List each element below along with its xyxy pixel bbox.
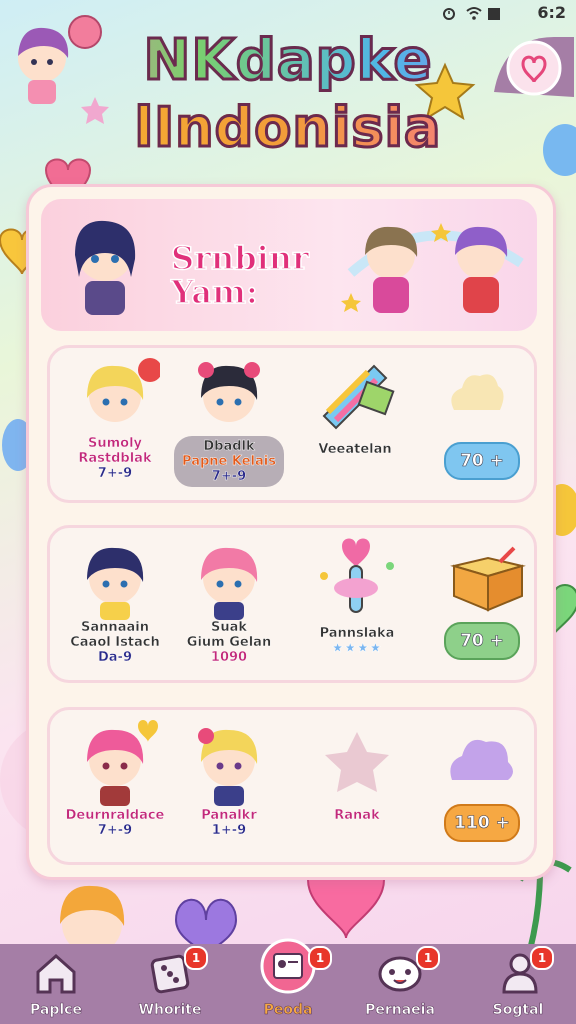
header-avatar-character: [75, 220, 136, 315]
app-title-line1: NKdapke: [0, 27, 576, 95]
item-name: Sannaain: [81, 620, 149, 635]
nav-label: Paplce: [30, 1002, 82, 1019]
shop-item-2-1[interactable]: Sannaain Caaol Istach Da-9: [60, 536, 170, 672]
item-character-pinkhair: [201, 547, 258, 620]
nav-label: Sogtal: [492, 1002, 544, 1019]
item-price: 7+-9: [211, 469, 247, 484]
item-name: Dbadlk: [203, 439, 255, 454]
shop-item-3-1[interactable]: Deurnraldace 7+-9: [60, 718, 170, 854]
shop-item-2-3[interactable]: Pannslaka ★★★★: [302, 536, 412, 672]
item-price: 1090: [210, 650, 248, 665]
magic-wand-icon: [320, 538, 394, 613]
shop-row-1: Sumoly Rastdblak 7+-9 Dbadlk Papne Kelai…: [47, 345, 537, 503]
header-title: Srnbinr Yam:: [170, 239, 309, 311]
item-name: Suak: [210, 620, 248, 635]
item-name: Panalkr: [201, 808, 257, 823]
nav-badge: 1: [416, 946, 440, 970]
app-title-line2: lIndonisia: [0, 95, 576, 161]
item-subtitle: Papne Kelais: [182, 454, 276, 469]
shop-item-1-2[interactable]: Dbadlk Papne Kelais 7+-9: [174, 356, 284, 492]
slime-blob-icon: [450, 739, 513, 780]
buy-button-row2[interactable]: 70 +: [444, 622, 520, 660]
nav-item-profile[interactable]: 1 Sogtal: [466, 944, 570, 1024]
item-subtitle: Rastdblak: [78, 451, 152, 466]
gift-box-icon: [450, 546, 526, 612]
item-price: 7+-9: [97, 823, 133, 838]
rainbow-hammer-icon: [322, 364, 395, 430]
shop-item-3-3[interactable]: Ranak: [302, 718, 412, 854]
item-subtitle: Caaol Istach: [70, 635, 160, 650]
buy-button-row1[interactable]: 70 +: [444, 442, 520, 480]
home-icon: [36, 953, 76, 994]
item-rating-stars: ★★★★: [331, 641, 383, 656]
nav-badge: 1: [530, 946, 554, 970]
nav-label: Pernaeia: [365, 1002, 435, 1019]
item-character-navyhair: [87, 547, 144, 620]
shop-item-1-1[interactable]: Sumoly Rastdblak 7+-9: [60, 356, 170, 492]
item-price: 7+-9: [97, 466, 133, 481]
shop-row-2: Sannaain Caaol Istach Da-9 Suak Gium Gel…: [47, 525, 537, 683]
header-title-line1: Srnbinr: [170, 239, 309, 277]
item-label-tag: Dbadlk Papne Kelais 7+-9: [174, 436, 284, 487]
faded-star-icon: [325, 732, 389, 792]
item-character-darkhair: [198, 362, 260, 422]
bottom-character-orange: [60, 885, 125, 944]
item-name: Sumoly: [87, 436, 143, 451]
nav-item-center-active[interactable]: 1 Peoda: [236, 938, 340, 1024]
bottom-navigation: Paplce 1 Whorite 1 Peoda 1 Pernaeia 1 So…: [0, 938, 576, 1024]
shop-item-3-2[interactable]: Panalkr 1+-9: [174, 718, 284, 854]
header-card: Srnbinr Yam:: [41, 199, 537, 331]
nav-label: Peoda: [263, 1002, 313, 1019]
item-character-blonde: [87, 358, 160, 422]
buy-button-row3[interactable]: 110 +: [444, 804, 520, 842]
cloud-blob-icon: [451, 374, 504, 410]
item-name: Veeatelan: [318, 442, 392, 457]
shop-item-1-3[interactable]: Veeatelan: [300, 356, 410, 492]
shop-item-2-2[interactable]: Suak Gium Gelan 1090: [174, 536, 284, 672]
nav-badge: 1: [308, 946, 332, 970]
item-price: Da-9: [97, 650, 132, 665]
shop-row-3: Deurnraldace 7+-9 Panalkr 1+-9 Ranak 110…: [47, 707, 537, 865]
nav-label: Whorite: [138, 1002, 202, 1019]
main-panel: Srnbinr Yam: Sumoly Rastdblak 7+-9 Dbadl…: [26, 184, 556, 880]
item-character-pinkred: [87, 720, 158, 806]
item-name: Deurnraldace: [65, 808, 165, 823]
item-name: Ranak: [334, 808, 380, 823]
item-price: 1+-9: [211, 823, 247, 838]
nav-item-home[interactable]: Paplce: [4, 944, 108, 1024]
item-name: Pannslaka: [319, 626, 395, 641]
item-subtitle: Gium Gelan: [186, 635, 272, 650]
nav-badge: 1: [184, 946, 208, 970]
item-character-blonde2: [198, 728, 258, 806]
nav-item-character[interactable]: 1 Pernaeia: [348, 944, 452, 1024]
nav-item-favorite[interactable]: 1 Whorite: [118, 944, 222, 1024]
header-title-line2: Yam:: [170, 273, 258, 311]
header-duo-characters: [341, 223, 524, 313]
